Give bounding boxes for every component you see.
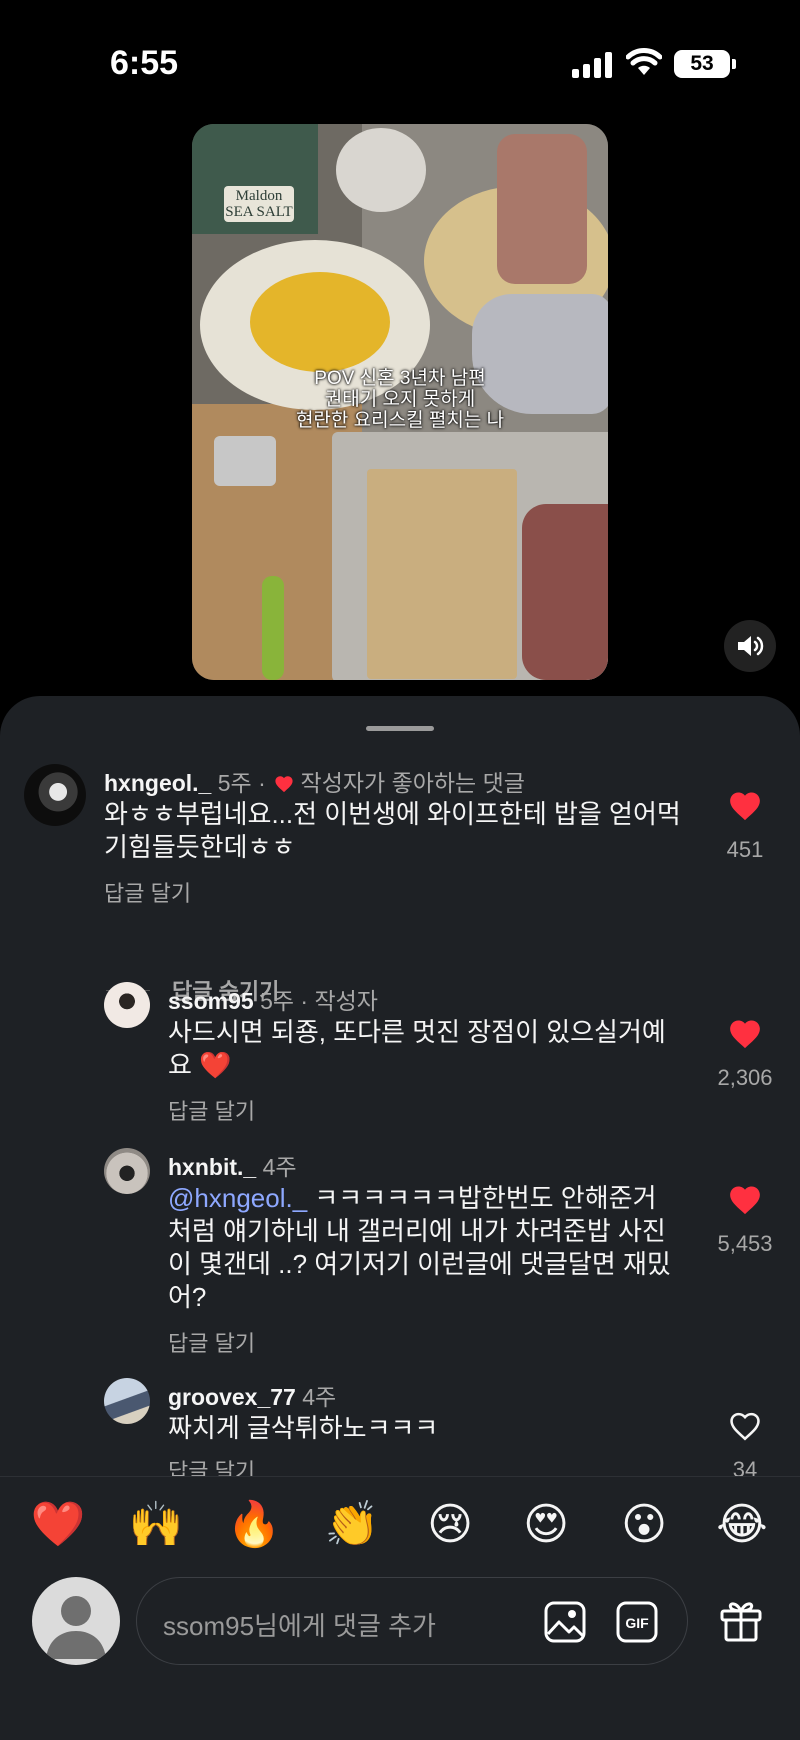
emoji-heart-button[interactable]: ❤️ (28, 1497, 88, 1553)
avatar[interactable] (104, 1378, 150, 1424)
avatar[interactable] (24, 764, 86, 826)
comment-header: ssom95 5주 · 작성자 (168, 982, 378, 1016)
wifi-icon (626, 48, 662, 75)
comment-text-line: 사드시면 되죵, 또다른 멋진 장점이 있으실거예 (168, 1017, 666, 1047)
heart-filled-icon[interactable] (728, 1018, 762, 1050)
video-caption: POV 신혼 3년차 남편 권태기 오지 못하게 현란한 요리스킬 펼치는 나 (295, 368, 505, 431)
cellular-signal-icon (572, 52, 612, 78)
video-salt-cup (336, 128, 426, 212)
avatar[interactable] (104, 1148, 150, 1194)
comment-text: 와ㅎㅎ부럽네요...전 이번생에 와이프한테 밥을 얻어먹 기힘들듯한데ㅎㅎ (104, 798, 681, 864)
video-player[interactable]: Maldon SEA SALT POV 신혼 3년차 남편 권태기 오지 못하게… (192, 124, 608, 680)
comment-username[interactable]: hxnbit._ (168, 1154, 256, 1180)
status-bar: 6:55 53 (0, 0, 800, 120)
comment-text-line: 처럼 얘기하네 내 갤러리에 내가 차려준밥 사진 (168, 1216, 666, 1246)
video-breaded-cutlet (497, 134, 587, 284)
emoji-fire-button[interactable]: 🔥 (224, 1497, 284, 1553)
comment-input-row: ssom95님에게 댓글 추가 GIF (0, 1577, 800, 1687)
heart-filled-icon[interactable] (728, 790, 762, 822)
like-count: 5,453 (717, 1231, 773, 1256)
comment-text-line: 이 몇갠데 ..? 여기저기 이런글에 댓글달면 재밌 (168, 1249, 671, 1279)
comment-time: 5주 · (217, 770, 266, 796)
comment-text: 사드시면 되죵, 또다른 멋진 장점이 있으실거예 요 ❤️ (168, 1016, 666, 1082)
comment-username[interactable]: hxngeol._ (104, 770, 211, 796)
comment-time: 4주 (302, 1384, 337, 1410)
comment-text-line: 와ㅎㅎ부럽네요...전 이번생에 와이프한테 밥을 얻어먹 (104, 799, 681, 829)
emoji-laughing-button[interactable]: 😂 (712, 1497, 772, 1553)
emoji-raised-hands-button[interactable]: 🙌 (126, 1497, 186, 1553)
creator-liked-label: 작성자가 좋아하는 댓글 (300, 770, 525, 796)
comment-text-line: 어? (168, 1282, 207, 1312)
reply-button[interactable]: 답글 달기 (104, 876, 191, 908)
speaker-icon (738, 636, 764, 656)
reply-button[interactable]: 답글 달기 (168, 1454, 255, 1476)
like-count: 451 (726, 837, 764, 862)
comment-username[interactable]: ssom95 (168, 988, 254, 1014)
heart-filled-icon[interactable] (728, 1184, 762, 1216)
svg-text:GIF: GIF (625, 1615, 649, 1631)
comment-text-line: 기힘들듯한데ㅎㅎ (104, 832, 296, 862)
video-mallet-handle (262, 576, 284, 680)
like-column: 5,453 (700, 1184, 790, 1257)
comment-text: @hxngeol._ ㅋㅋㅋㅋㅋㅋ밥한번도 안해준거 처럼 얘기하네 내 갤러리… (168, 1182, 671, 1314)
comment-time: 5주 · 작성자 (260, 988, 378, 1014)
image-icon[interactable] (543, 1600, 587, 1644)
mention-link[interactable]: @hxngeol._ (168, 1183, 307, 1213)
emoji-heart-eyes-button[interactable]: 😍 (516, 1497, 576, 1553)
comment-item: ssom95 5주 · 작성자 사드시면 되죵, 또다른 멋진 장점이 있으실거… (0, 982, 800, 1124)
video-raw-meat (522, 504, 608, 680)
comment-item: hxnbit._ 4주 @hxngeol._ ㅋㅋㅋㅋㅋㅋ밥한번도 안해준거 처… (0, 1148, 800, 1356)
like-column: 451 (700, 790, 790, 863)
video-breadcrumbs (367, 469, 517, 679)
creator-heart-icon (275, 776, 293, 793)
like-column: 34 (700, 1410, 790, 1476)
comment-input[interactable]: ssom95님에게 댓글 추가 GIF (136, 1577, 688, 1665)
comment-item: hxngeol._ 5주 · 작성자가 좋아하는 댓글 와ㅎㅎ부럽네요...전 … (0, 756, 800, 1004)
heart-outline-icon[interactable] (728, 1410, 762, 1442)
emoji-surprised-button[interactable]: 😮 (614, 1497, 674, 1553)
video-salt-box: Maldon SEA SALT (192, 124, 318, 234)
comment-text: 짜치게 글삭튀하노ㅋㅋㅋ (168, 1412, 438, 1445)
avatar[interactable] (104, 982, 150, 1028)
gift-icon[interactable] (718, 1597, 764, 1643)
quick-emoji-row: ❤️ 🙌 🔥 👏 😢 😍 😮 😂 (0, 1497, 800, 1557)
comment-text-line: @hxngeol._ ㅋㅋㅋㅋㅋㅋ밥한번도 안해준거 (168, 1182, 671, 1215)
sheet-grabber[interactable] (366, 726, 434, 731)
comment-input-placeholder: ssom95님에게 댓글 추가 (163, 1611, 436, 1641)
battery-icon: 53 (674, 50, 736, 78)
sound-toggle-button[interactable] (724, 620, 776, 672)
gif-icon[interactable]: GIF (615, 1600, 659, 1644)
emoji-crying-button[interactable]: 😢 (420, 1497, 480, 1553)
like-count: 2,306 (717, 1065, 773, 1090)
battery-level: 53 (690, 52, 714, 75)
comment-time: 4주 (262, 1154, 297, 1180)
video-egg-wash (250, 272, 390, 372)
comment-text-fragment: ㅋㅋㅋㅋㅋㅋ밥한번도 안해준거 (307, 1183, 657, 1213)
comment-header: hxngeol._ 5주 · 작성자가 좋아하는 댓글 (104, 764, 525, 798)
comment-header: groovex_77 4주 (168, 1378, 336, 1412)
comment-text-line: 요 ❤️ (168, 1050, 232, 1080)
like-column: 2,306 (700, 1018, 790, 1091)
salt-box-label: Maldon SEA SALT (224, 186, 294, 222)
video-meat-mallet (214, 436, 276, 486)
comment-composer-bar: ❤️ 🙌 🔥 👏 😢 😍 😮 😂 ssom95님에게 댓글 추가 GIF (0, 1476, 800, 1740)
my-avatar[interactable] (32, 1577, 120, 1665)
default-user-icon (46, 1596, 106, 1659)
status-time: 6:55 (110, 44, 179, 82)
comment-text-line: 짜치게 글삭튀하노ㅋㅋㅋ (168, 1413, 439, 1443)
reply-button[interactable]: 답글 달기 (168, 1326, 255, 1358)
reply-button[interactable]: 답글 달기 (168, 1094, 255, 1126)
comment-username[interactable]: groovex_77 (168, 1384, 296, 1410)
comment-item: groovex_77 4주 짜치게 글삭튀하노ㅋㅋㅋ 답글 달기 34 (0, 1378, 800, 1476)
like-count: 34 (732, 1457, 758, 1476)
emoji-clap-button[interactable]: 👏 (322, 1497, 382, 1553)
comment-header: hxnbit._ 4주 (168, 1148, 297, 1182)
